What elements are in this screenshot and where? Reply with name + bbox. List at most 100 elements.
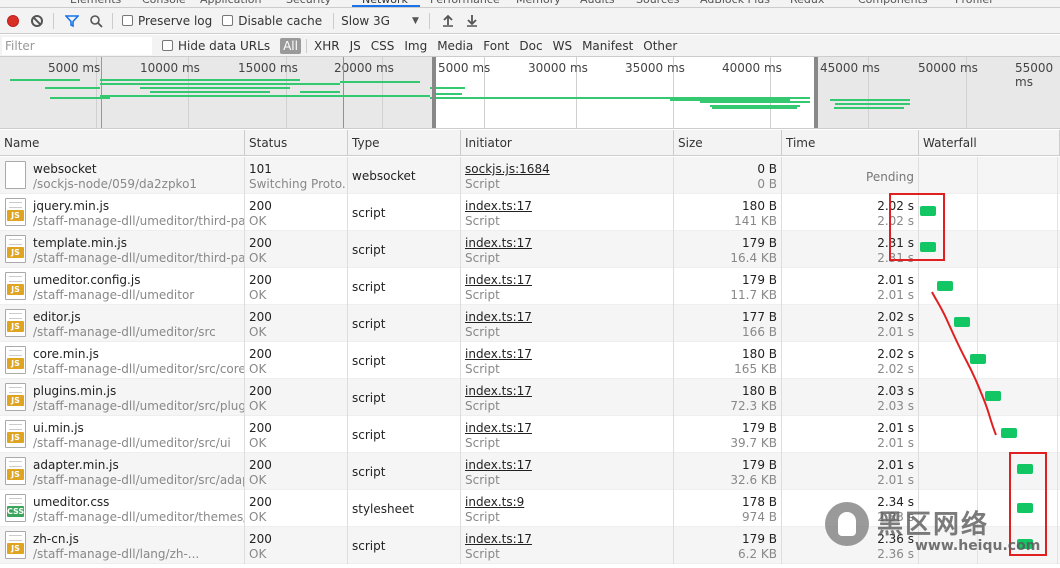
time-cell: Pending — [782, 157, 919, 194]
request-name[interactable]: core.min.js — [33, 347, 99, 361]
request-name[interactable]: ui.min.js — [33, 421, 84, 435]
type-filter-doc[interactable]: Doc — [515, 38, 546, 54]
initiator-link[interactable]: index.ts:17 — [465, 458, 532, 472]
initiator-link[interactable]: index.ts:17 — [465, 347, 532, 361]
hide-data-urls-checkbox[interactable]: Hide data URLs — [162, 39, 270, 53]
initiator-link[interactable]: index.ts:17 — [465, 532, 532, 546]
devtools-tab[interactable]: AdBlock Plus — [700, 0, 770, 6]
initiator-link[interactable]: index.ts:17 — [465, 273, 532, 287]
checkbox-box[interactable] — [122, 15, 133, 26]
overview-tick-label: 5000 ms — [48, 61, 101, 75]
devtools-tab[interactable]: Components — [858, 0, 928, 6]
overview-request-bar — [100, 95, 430, 97]
table-row[interactable]: websocket/sockjs-node/059/da2zpko1 101 Swi… — [0, 157, 1060, 194]
table-row[interactable]: JS ui.min.js/staff-manage-dll/umeditor/sr… — [0, 416, 1060, 453]
column-header-waterfall[interactable]: Waterfall — [919, 130, 1060, 156]
request-latency: 2.01 s — [877, 473, 914, 487]
table-row[interactable]: JS core.min.js/staff-manage-dll/umeditor/… — [0, 342, 1060, 379]
time-cell: 2.01 s 2.01 s — [782, 416, 919, 453]
request-name[interactable]: adapter.min.js — [33, 458, 119, 472]
initiator-link[interactable]: sockjs.js:1684 — [465, 162, 550, 176]
time-cell: 2.01 s 2.01 s — [782, 453, 919, 490]
column-header-type[interactable]: Type — [348, 130, 461, 156]
devtools-tab[interactable]: Console — [142, 0, 186, 6]
search-icon — [90, 14, 103, 28]
devtools-tab[interactable]: Profiler — [955, 0, 994, 6]
request-name[interactable]: jquery.min.js — [33, 199, 109, 213]
initiator-link[interactable]: index.ts:17 — [465, 310, 532, 324]
request-latency: 2.01 s — [877, 288, 914, 302]
request-name[interactable]: umeditor.css — [33, 495, 109, 509]
waterfall-gridline — [1057, 305, 1058, 342]
network-overview-timeline[interactable]: 5000 ms 10000 ms 15000 ms 20000 ms 5000 ms 30… — [0, 57, 1060, 129]
clear-button[interactable] — [26, 10, 48, 32]
initiator-link[interactable]: index.ts:17 — [465, 384, 532, 398]
initiator-link[interactable]: index.ts:17 — [465, 199, 532, 213]
resource-size: 974 B — [742, 510, 777, 524]
disable-cache-checkbox[interactable]: Disable cache — [222, 14, 322, 28]
initiator-link[interactable]: index.ts:17 — [465, 236, 532, 250]
table-row[interactable]: JS editor.js/staff-manage-dll/umeditor/sr… — [0, 305, 1060, 342]
type-filter-img[interactable]: Img — [400, 38, 431, 54]
preserve-log-checkbox[interactable]: Preserve log — [122, 14, 212, 28]
checkbox-box[interactable] — [222, 15, 234, 26]
filter-toggle-button[interactable] — [61, 10, 83, 32]
hide-data-urls-label: Hide data URLs — [178, 38, 271, 53]
devtools-tab[interactable]: Elements — [70, 0, 121, 6]
column-header-size[interactable]: Size — [674, 130, 782, 156]
import-har-button[interactable] — [437, 10, 459, 32]
devtools-tab[interactable]: Redux — [790, 0, 824, 6]
overview-resize-handle[interactable] — [814, 57, 818, 128]
column-header-time[interactable]: Time — [782, 130, 919, 156]
record-button[interactable] — [2, 10, 24, 32]
type-filter-media[interactable]: Media — [433, 38, 477, 54]
request-name[interactable]: editor.js — [33, 310, 81, 324]
network-toolbar: Preserve log Disable cache Slow 3G ▼ — [0, 8, 1060, 34]
type-cell: script — [348, 453, 461, 490]
filter-input[interactable]: Filter — [2, 36, 152, 55]
request-name[interactable]: websocket — [33, 162, 97, 176]
waterfall-gridline — [977, 416, 978, 453]
status-code: 200 — [249, 347, 272, 361]
devtools-tab[interactable]: Security — [286, 0, 331, 6]
throttling-select[interactable]: Slow 3G ▼ — [341, 14, 419, 28]
export-har-button[interactable] — [461, 10, 483, 32]
column-header-name[interactable]: Name — [0, 130, 245, 156]
type-filter-xhr[interactable]: XHR — [310, 38, 344, 54]
table-row[interactable]: JS adapter.min.js/staff-manage-dll/umedit… — [0, 453, 1060, 490]
request-name[interactable]: zh-cn.js — [33, 532, 79, 546]
column-header-status[interactable]: Status — [245, 130, 348, 156]
search-button[interactable] — [85, 10, 107, 32]
overview-resize-handle[interactable] — [432, 57, 436, 128]
file-icon-lines — [9, 535, 22, 541]
devtools-tab[interactable]: Application — [200, 0, 261, 6]
devtools-tab[interactable]: Sources — [636, 0, 680, 6]
type-filter-manifest[interactable]: Manifest — [578, 38, 637, 54]
request-name[interactable]: plugins.min.js — [33, 384, 116, 398]
type-filter-js[interactable]: JS — [346, 38, 365, 54]
column-header-initiator[interactable]: Initiator — [461, 130, 674, 156]
initiator-type: Script — [465, 362, 500, 376]
initiator-link[interactable]: index.ts:9 — [465, 495, 524, 509]
request-name[interactable]: umeditor.config.js — [33, 273, 140, 287]
type-cell: script — [348, 268, 461, 305]
table-row[interactable]: JS plugins.min.js/staff-manage-dll/umedit… — [0, 379, 1060, 416]
type-filter-all[interactable]: All — [280, 37, 301, 54]
file-icon-lines — [9, 424, 22, 430]
checkbox-box[interactable] — [162, 40, 173, 51]
type-filter-other[interactable]: Other — [639, 38, 681, 54]
time-cell: 2.01 s 2.01 s — [782, 268, 919, 305]
initiator-type: Script — [465, 214, 500, 228]
devtools-tab[interactable]: Performance — [430, 0, 500, 6]
devtools-tab[interactable]: Audits — [580, 0, 615, 6]
type-filter-css[interactable]: CSS — [367, 38, 399, 54]
resource-type: script — [352, 465, 386, 479]
initiator-link[interactable]: index.ts:17 — [465, 421, 532, 435]
request-time: 2.03 s — [877, 384, 914, 398]
overview-tick-label: 35000 ms — [625, 61, 685, 75]
type-filter-font[interactable]: Font — [479, 38, 513, 54]
table-row[interactable]: JS umeditor.config.js/staff-manage-dll/um… — [0, 268, 1060, 305]
request-name[interactable]: template.min.js — [33, 236, 127, 250]
type-filter-ws[interactable]: WS — [549, 38, 576, 54]
devtools-tab[interactable]: Memory — [516, 0, 561, 6]
